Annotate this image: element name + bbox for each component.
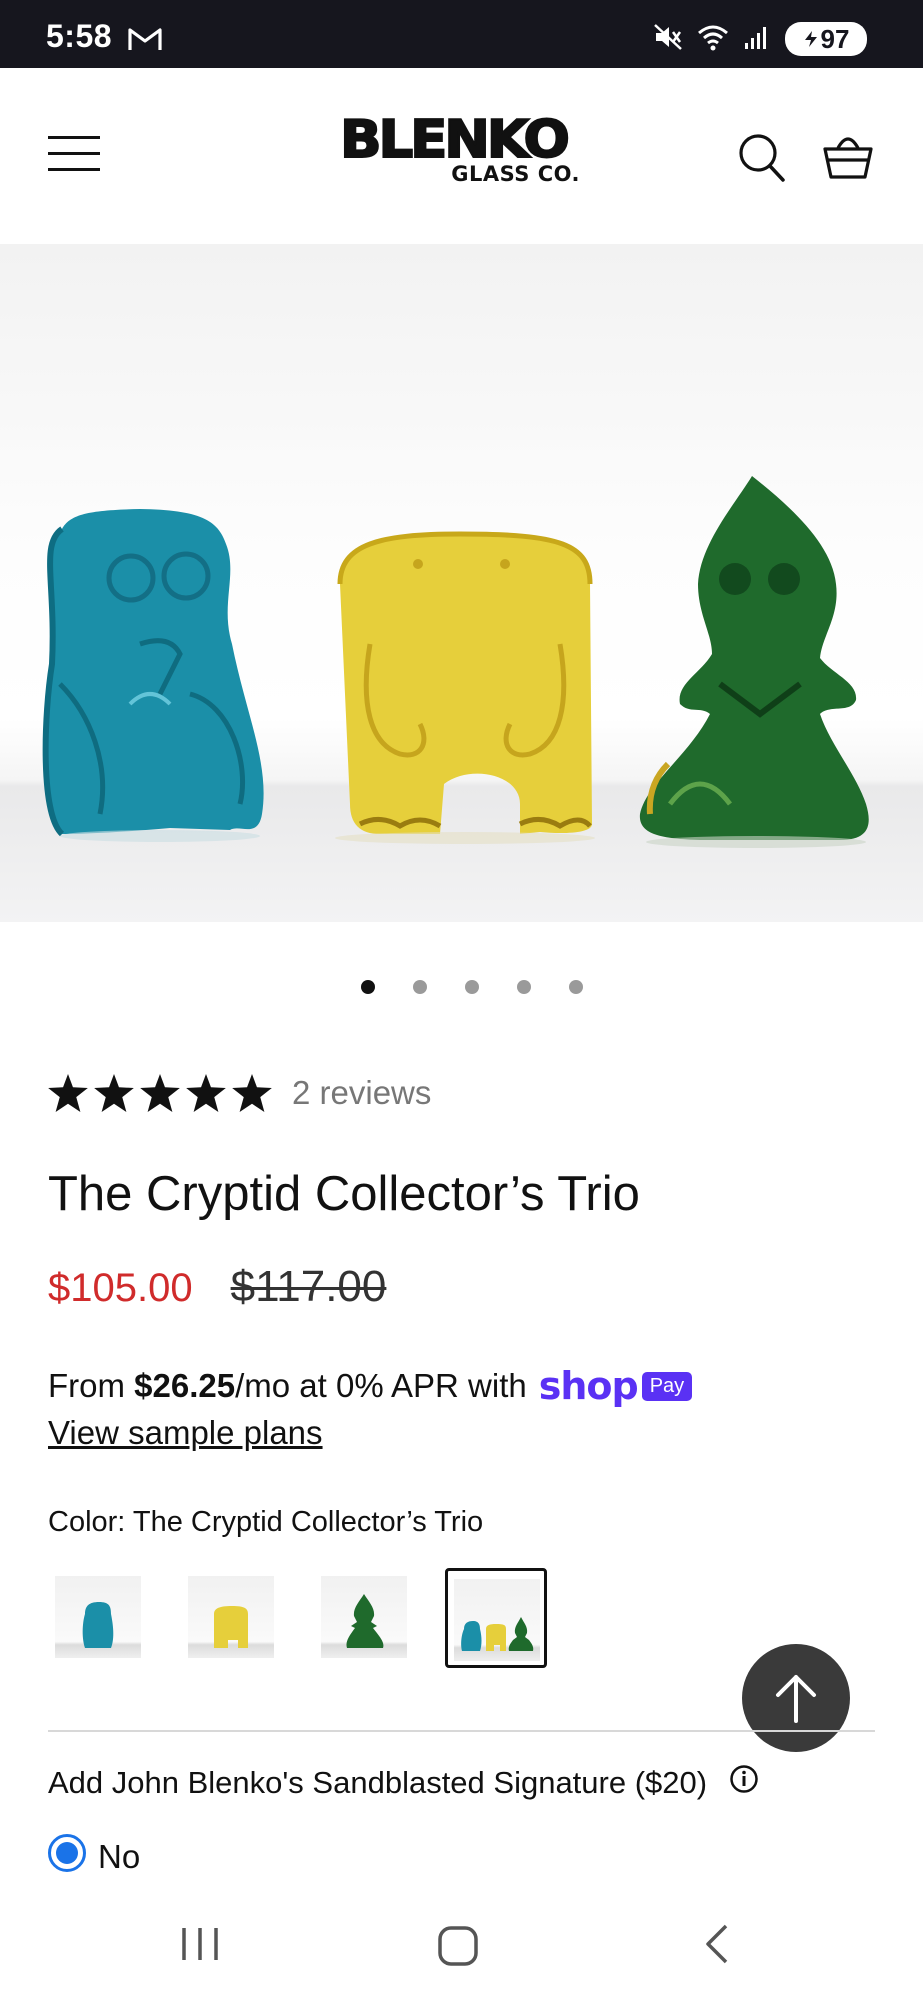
brand-logo[interactable]: BLENKO GLASS CO. (339, 113, 584, 186)
signature-radio-no[interactable]: No (48, 1830, 140, 1876)
shop-pay-installments: From $26.25 /mo at 0% APR with shop Pay (48, 1364, 693, 1408)
logo-main-text: BLENKO (339, 110, 571, 170)
star-icon (232, 1074, 272, 1112)
installments-suffix: /mo at 0% APR with (235, 1367, 527, 1404)
signature-label: Add John Blenko's Sandblasted Signature … (48, 1765, 708, 1800)
installments-prefix: From (48, 1367, 135, 1404)
shop-pay-logo: shop (538, 1364, 639, 1408)
info-icon[interactable] (729, 1764, 759, 1802)
sale-price: $105.00 (48, 1266, 193, 1310)
wifi-icon (697, 23, 729, 56)
product-image[interactable] (0, 244, 923, 922)
product-rating[interactable]: 2 reviews (48, 1074, 431, 1112)
original-price: $117.00 (230, 1262, 387, 1311)
mute-icon (653, 23, 683, 56)
radio-label-no: No (98, 1838, 141, 1875)
swatch-green[interactable] (315, 1568, 417, 1668)
signal-icon (743, 23, 771, 56)
star-icon (140, 1074, 180, 1112)
battery-level: 97 (820, 23, 850, 54)
swatch-trio[interactable] (445, 1568, 547, 1668)
gallery-dot[interactable] (360, 980, 375, 994)
gallery-dot[interactable] (568, 980, 583, 994)
status-time: 5:58 (46, 18, 113, 54)
scroll-to-top-button[interactable] (742, 1644, 850, 1752)
star-icon (94, 1074, 134, 1112)
swatch-yellow[interactable] (182, 1568, 284, 1668)
reviews-link[interactable]: 2 reviews (292, 1074, 431, 1112)
recent-apps-icon[interactable] (180, 1922, 220, 1971)
installment-amount: $26.25 (134, 1367, 236, 1404)
gmail-icon (128, 26, 162, 57)
price-block: $105.00 $117.00 (48, 1262, 386, 1312)
product-title: The Cryptid Collector’s Trio (48, 1167, 640, 1221)
swatch-blue[interactable] (49, 1568, 151, 1668)
blue-owl-figure (42, 509, 264, 842)
gallery-dot[interactable] (412, 980, 427, 994)
signature-option: Add John Blenko's Sandblasted Signature … (48, 1764, 759, 1802)
gallery-pagination (0, 980, 923, 994)
star-icon (186, 1074, 226, 1112)
shop-pay-badge: Pay (641, 1371, 693, 1401)
radio-button[interactable] (48, 1834, 86, 1872)
color-option-label: Color: The Cryptid Collector’s Trio (48, 1506, 484, 1538)
search-icon[interactable] (738, 132, 786, 189)
star-icon (48, 1074, 88, 1112)
system-nav-bar (0, 1900, 923, 2000)
status-bar: 5:58 97 (0, 0, 923, 68)
home-icon[interactable] (436, 1924, 480, 1973)
back-icon[interactable] (700, 1922, 734, 1971)
view-sample-plans-link[interactable]: View sample plans (48, 1414, 323, 1452)
cart-icon[interactable] (822, 130, 874, 187)
yellow-bigfoot-figure (335, 531, 595, 844)
arrow-up-icon (776, 1675, 816, 1723)
green-flatwoods-figure (639, 476, 869, 848)
site-header: BLENKO GLASS CO. (0, 68, 923, 244)
gallery-dot[interactable] (516, 980, 531, 994)
battery-icon: 97 (785, 22, 867, 56)
section-divider (48, 1730, 875, 1732)
gallery-dot[interactable] (464, 980, 479, 994)
menu-icon[interactable] (48, 136, 100, 176)
rating-stars (48, 1074, 272, 1112)
